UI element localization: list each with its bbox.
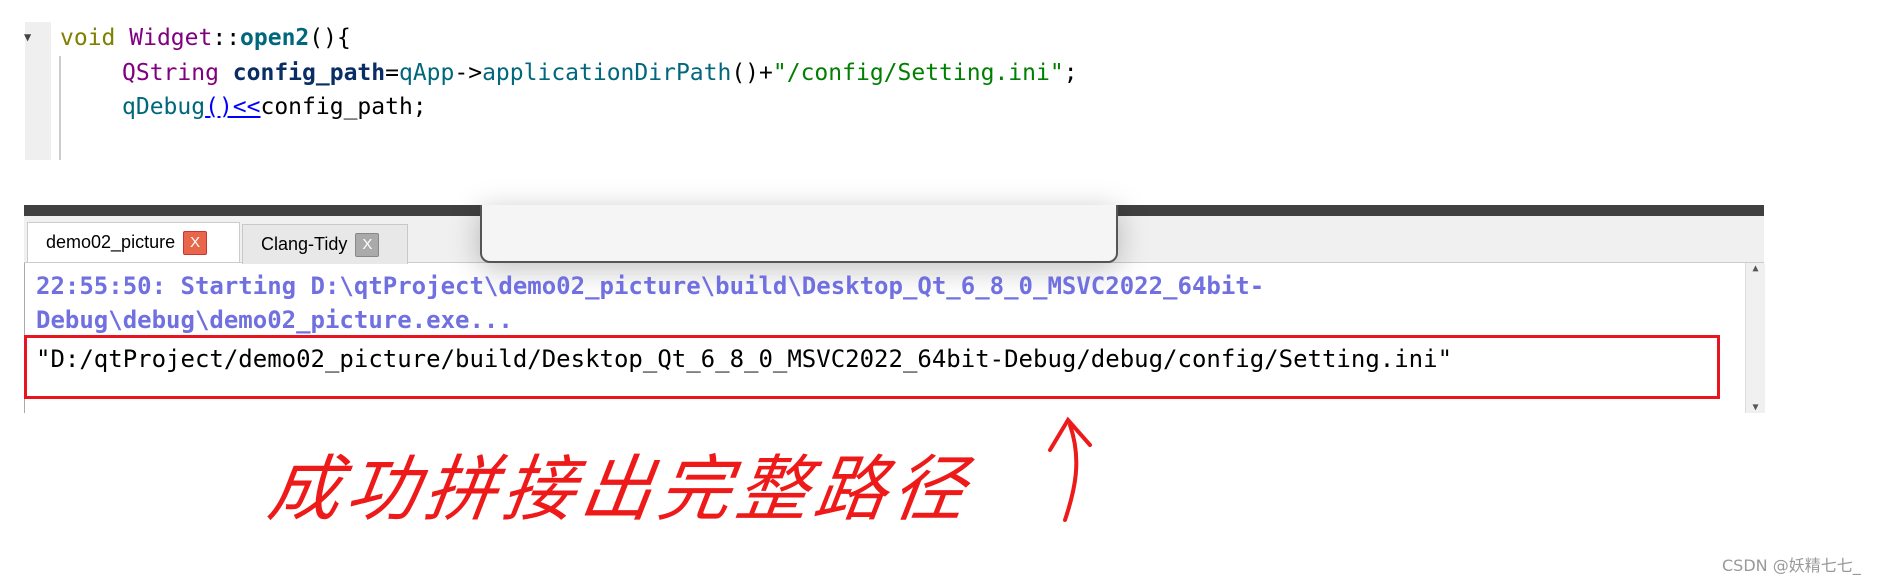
type-name: QString (122, 60, 219, 86)
keyword: void (60, 25, 116, 51)
punctuation: ; (1063, 60, 1078, 86)
tab-demo02-picture[interactable]: demo02_picture X (27, 222, 240, 262)
hand-drawn-arrow-icon (1048, 416, 1092, 522)
indent-guide (59, 56, 61, 160)
object: qApp (398, 60, 455, 86)
string-literal: "/config/Setting.ini" (772, 60, 1064, 86)
code-text: config_path; (260, 94, 427, 120)
tab-label: Clang-Tidy (261, 234, 348, 254)
output-start-line: 22:55:50: Starting D:\qtProject\demo02_p… (36, 272, 1265, 300)
operator: = (385, 60, 399, 86)
watermark: CSDN @妖精七七_ (1722, 556, 1861, 575)
close-icon[interactable]: X (355, 232, 380, 257)
code-line-2: QString config_path=qApp->applicationDir… (122, 59, 1078, 87)
punctuation: () (731, 60, 760, 86)
output-start-line-cont: Debug\debug\demo02_picture.exe... (36, 306, 513, 334)
scope-operator: :: (212, 25, 241, 51)
tab-label: demo02_picture (46, 232, 176, 252)
operator: + (759, 60, 773, 86)
tab-clang-tidy[interactable]: Clang-Tidy X (242, 224, 408, 264)
fold-arrow-icon[interactable]: ▼ (24, 30, 31, 44)
code-line-3: qDebug()<<config_path; (122, 93, 427, 121)
scrollbar[interactable]: ▲ ▼ (1745, 263, 1765, 413)
function-name: open2 (240, 25, 310, 51)
code-line-1: void Widget::open2(){ (60, 24, 351, 52)
class-name: Widget (129, 25, 213, 51)
handwritten-annotation: 成功拼接出完整路径 (263, 447, 978, 531)
punctuation: (){ (309, 25, 351, 51)
scroll-down-icon[interactable]: ▼ (1746, 402, 1765, 413)
highlight-box (24, 335, 1720, 399)
operator: -> (454, 60, 483, 86)
function-name: qDebug (122, 94, 206, 120)
scroll-up-icon[interactable]: ▲ (1746, 263, 1765, 274)
popup-overlay (480, 205, 1118, 263)
variable: config_path (232, 60, 386, 86)
method: applicationDirPath (482, 60, 732, 86)
close-icon[interactable]: X (183, 230, 208, 255)
operator-link[interactable]: ()<< (205, 94, 260, 120)
